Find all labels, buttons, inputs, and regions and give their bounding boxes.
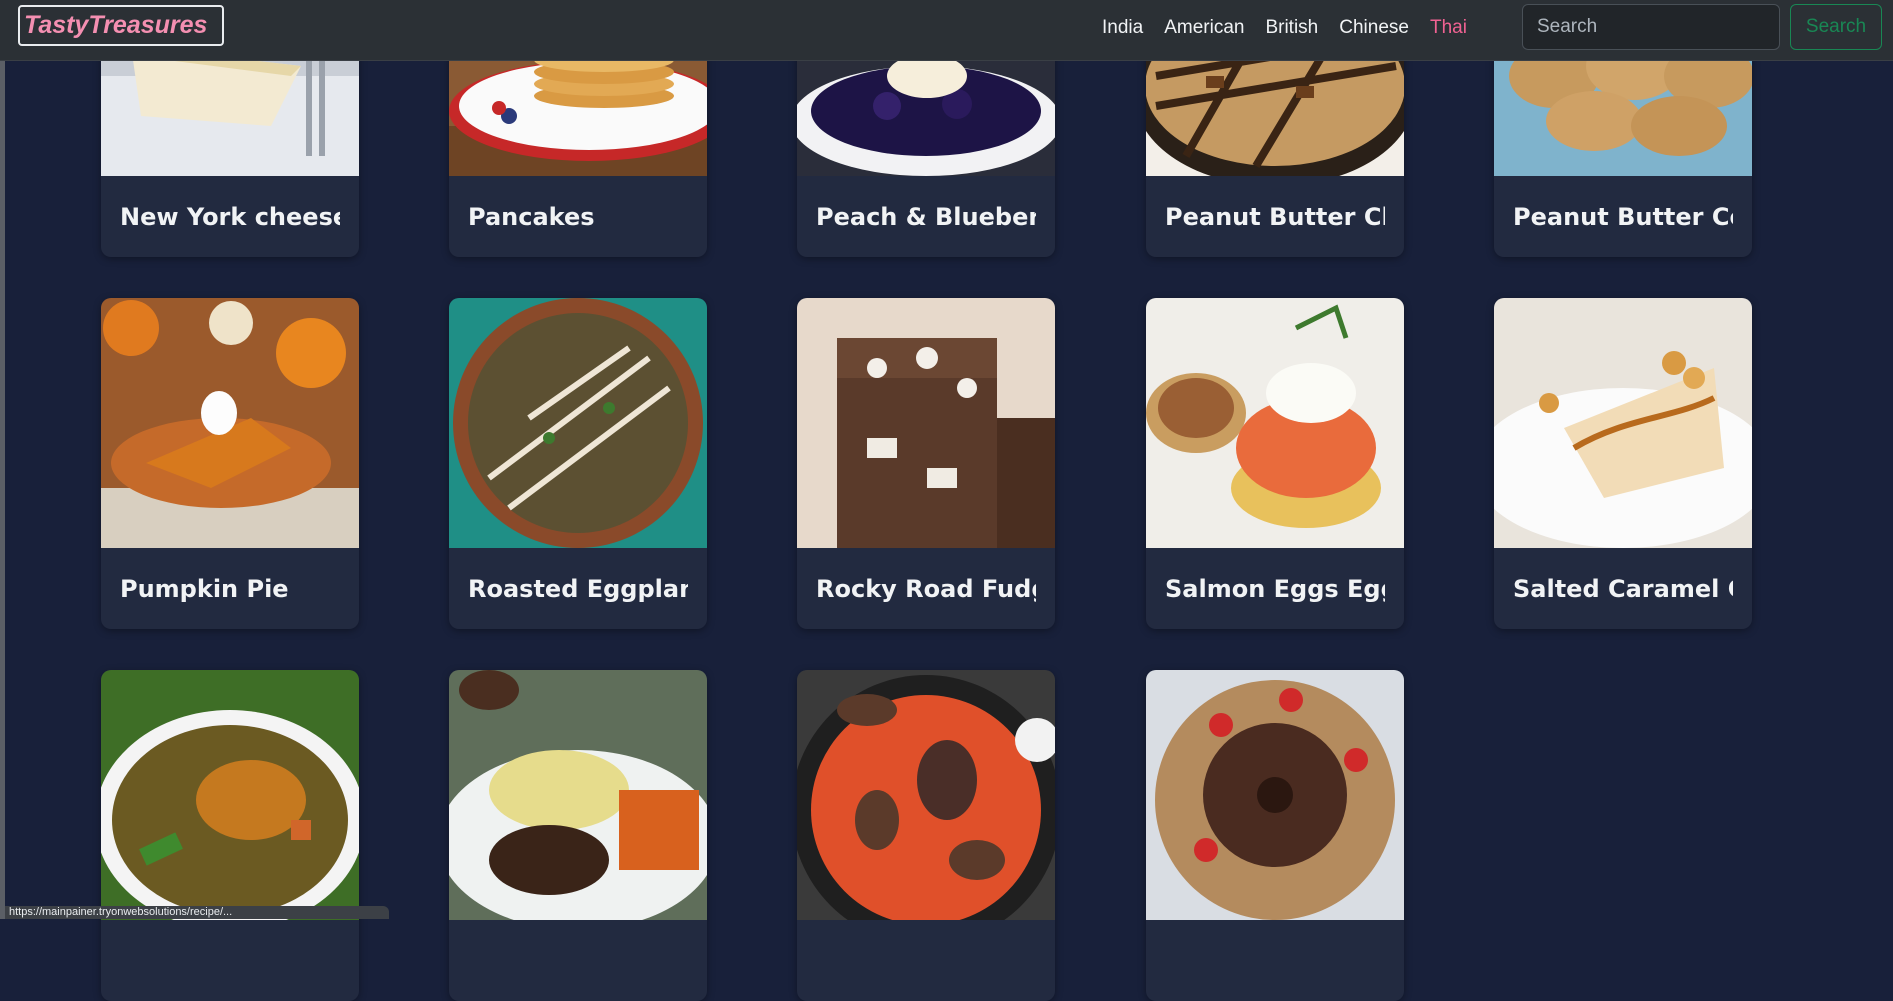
recipe-title: Peach & Blueberr bbox=[816, 202, 1036, 231]
recipe-image-pumpkin-pie bbox=[101, 298, 359, 548]
link-preview-status: https://mainpainer.tryonwebsolutions/rec… bbox=[5, 906, 389, 919]
nav-link-british[interactable]: British bbox=[1265, 17, 1318, 39]
search-button[interactable]: Search bbox=[1790, 4, 1882, 50]
nav-link-american[interactable]: American bbox=[1164, 17, 1244, 39]
recipe-title: Pancakes bbox=[468, 202, 595, 231]
nav-link-chinese[interactable]: Chinese bbox=[1339, 17, 1409, 39]
search-input[interactable] bbox=[1522, 4, 1780, 50]
recipe-card[interactable]: Roasted Eggplant bbox=[449, 298, 707, 629]
recipe-image-stuffed-eggplant bbox=[797, 670, 1055, 920]
recipe-title: Peanut Butter Ch bbox=[1165, 202, 1385, 231]
top-navbar: TastyTreasures India American British Ch… bbox=[0, 0, 1893, 61]
nav-link-india[interactable]: India bbox=[1102, 17, 1143, 39]
recipe-card[interactable]: Pumpkin Pie bbox=[101, 298, 359, 629]
window-edge bbox=[0, 0, 5, 919]
recipe-image-salted-caramel bbox=[1494, 298, 1752, 548]
nav-link-thai[interactable]: Thai bbox=[1430, 17, 1467, 39]
recipe-card[interactable]: Salted Caramel C bbox=[1494, 298, 1752, 629]
recipe-card[interactable] bbox=[1146, 670, 1404, 1001]
recipe-title: Salted Caramel C bbox=[1513, 574, 1733, 603]
recipe-title: New York cheesec bbox=[120, 202, 340, 231]
recipe-card[interactable] bbox=[101, 670, 359, 1001]
recipe-title: Salmon Eggs Eggs bbox=[1165, 574, 1385, 603]
recipe-card[interactable] bbox=[449, 670, 707, 1001]
recipe-image-rocky-road-fudge bbox=[797, 298, 1055, 548]
recipe-title: Pumpkin Pie bbox=[120, 574, 289, 603]
cuisine-nav: India American British Chinese Thai bbox=[1102, 0, 1488, 55]
recipe-image-roasted-eggplant bbox=[449, 298, 707, 548]
recipe-image-chocolate-bundt-cake bbox=[1146, 670, 1404, 920]
brand-logo[interactable]: TastyTreasures bbox=[18, 5, 224, 46]
recipe-title: Peanut Butter Co bbox=[1513, 202, 1733, 231]
recipe-image-pork-chops bbox=[101, 670, 359, 920]
recipe-title: Rocky Road Fudge bbox=[816, 574, 1036, 603]
recipe-card[interactable]: Salmon Eggs Eggs bbox=[1146, 298, 1404, 629]
recipe-title: Roasted Eggplant bbox=[468, 574, 688, 603]
recipe-card[interactable]: Rocky Road Fudge bbox=[797, 298, 1055, 629]
recipe-image-meatloaf bbox=[449, 670, 707, 920]
recipe-image-salmon-eggs bbox=[1146, 298, 1404, 548]
recipe-card[interactable] bbox=[797, 670, 1055, 1001]
